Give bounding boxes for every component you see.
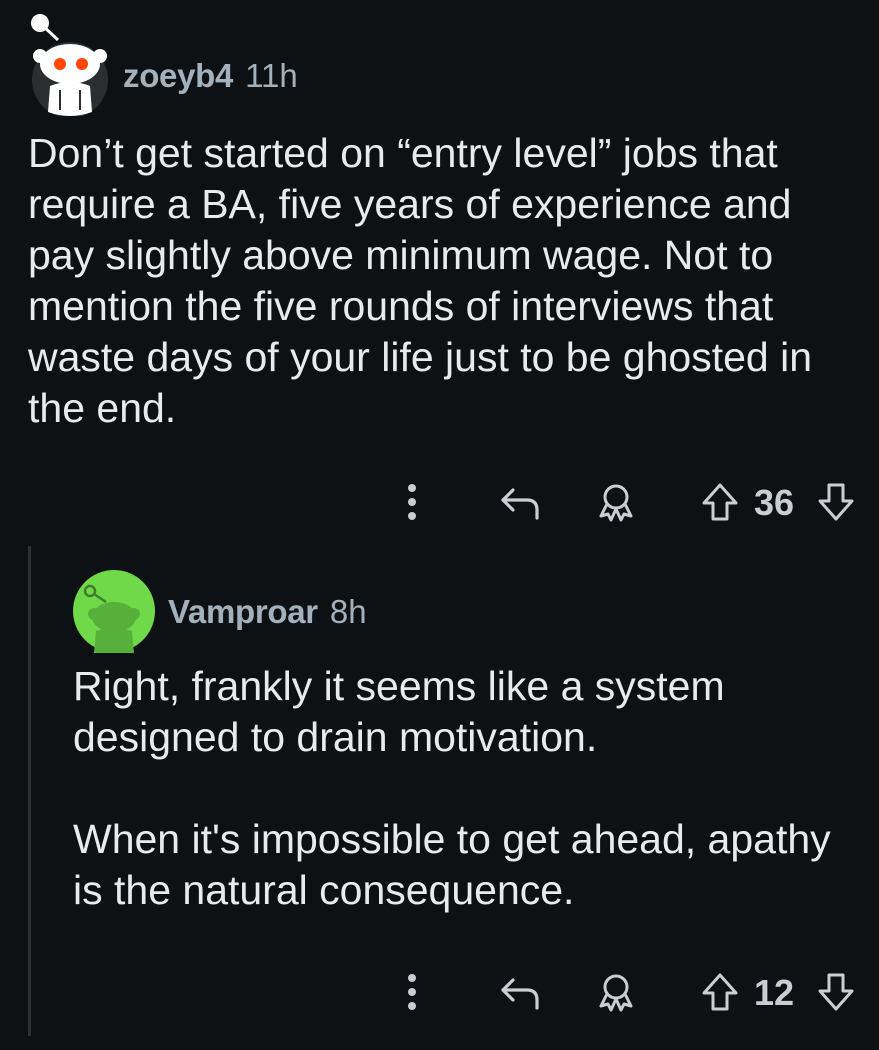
award-icon bbox=[599, 484, 633, 522]
upvote-arrow-icon bbox=[702, 973, 738, 1011]
more-options-button[interactable] bbox=[398, 478, 426, 526]
comment-actions: 36 bbox=[398, 478, 868, 526]
comment-body: Right, frankly it seems like a system de… bbox=[73, 661, 863, 916]
downvote-arrow-icon bbox=[818, 483, 854, 521]
vote-score: 12 bbox=[754, 972, 795, 1013]
downvote-button[interactable] bbox=[816, 968, 856, 1016]
award-button[interactable] bbox=[594, 478, 638, 526]
upvote-button[interactable] bbox=[700, 478, 740, 526]
reply-button[interactable] bbox=[498, 968, 542, 1016]
vote-score: 36 bbox=[754, 482, 795, 523]
reply-icon bbox=[501, 488, 539, 520]
comment-paragraph: When it's impossible to get ahead, apath… bbox=[73, 816, 831, 913]
user-avatar[interactable] bbox=[72, 569, 156, 653]
award-button[interactable] bbox=[594, 968, 638, 1016]
reply-button[interactable] bbox=[498, 478, 542, 526]
comment-paragraph: Right, frankly it seems like a system de… bbox=[73, 663, 725, 760]
upvote-button[interactable] bbox=[700, 968, 740, 1016]
upvote-arrow-icon bbox=[702, 483, 738, 521]
timestamp: 8h bbox=[329, 593, 367, 630]
comment: zoeyb4 11h Don’t get started on “entry l… bbox=[0, 0, 879, 540]
comment-meta: zoeyb4 11h bbox=[123, 57, 298, 95]
more-vertical-icon bbox=[408, 484, 416, 520]
username[interactable]: Vamproar bbox=[168, 593, 318, 631]
snoo-avatar-icon bbox=[31, 14, 108, 116]
username[interactable]: zoeyb4 bbox=[123, 57, 233, 95]
timestamp: 11h bbox=[245, 57, 298, 94]
comment-meta: Vamproar 8h bbox=[168, 593, 367, 631]
comment-body: Don’t get started on “entry level” jobs … bbox=[28, 130, 813, 431]
snoo-avatar-icon bbox=[73, 570, 155, 653]
downvote-button[interactable] bbox=[816, 478, 856, 526]
user-avatar[interactable] bbox=[26, 12, 110, 116]
reply-icon bbox=[501, 978, 539, 1010]
more-vertical-icon bbox=[408, 974, 416, 1010]
award-icon bbox=[599, 974, 633, 1012]
more-options-button[interactable] bbox=[398, 968, 426, 1016]
downvote-arrow-icon bbox=[818, 973, 854, 1011]
comment-actions: 12 bbox=[398, 968, 868, 1016]
